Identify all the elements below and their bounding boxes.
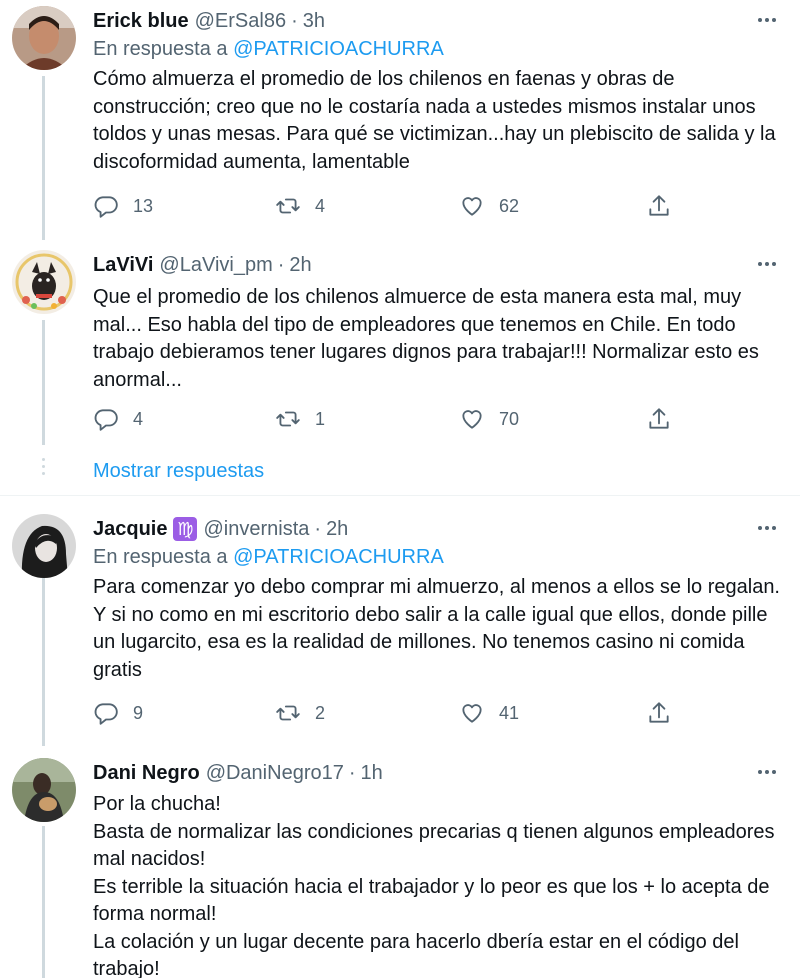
retweet-button[interactable]: 4	[275, 191, 325, 221]
reply-context: En respuesta a @PATRICIOACHURRA	[93, 36, 780, 62]
avatar[interactable]	[12, 6, 76, 70]
avatar[interactable]	[12, 250, 76, 314]
more-options-icon[interactable]	[756, 253, 778, 275]
reply-context: En respuesta a @PATRICIOACHURRA	[93, 544, 780, 570]
author-handle[interactable]: @ErSal86	[195, 8, 286, 34]
reply-mention-link[interactable]: @PATRICIOACHURRA	[233, 38, 444, 60]
separator-dot: ·	[314, 518, 322, 540]
share-button[interactable]	[646, 698, 672, 728]
reply-prefix: En respuesta a	[93, 38, 234, 60]
tweet-text: Para comenzar yo debo comprar mi almuerz…	[93, 576, 780, 681]
timestamp[interactable]: 2h	[289, 252, 311, 278]
share-icon	[649, 702, 669, 723]
thread-line	[42, 76, 45, 240]
timestamp[interactable]: 2h	[326, 516, 348, 542]
share-button[interactable]	[646, 404, 672, 434]
like-button[interactable]: 62	[459, 191, 519, 221]
retweet-button[interactable]: 2	[275, 698, 325, 728]
tweet-actions: 13 4 62	[93, 191, 683, 221]
thread-line	[42, 320, 45, 445]
tweet-dani-negro[interactable]: Dani Negro @DaniNegro17 · 1h Por la chuc…	[0, 746, 800, 978]
reply-prefix: En respuesta a	[93, 546, 234, 568]
author-name[interactable]: Erick blue	[93, 8, 189, 34]
thread-continuation-dots	[42, 458, 45, 479]
show-replies-link[interactable]: Mostrar respuestas	[93, 460, 264, 483]
tweet-actions: 9 2 41	[93, 698, 683, 728]
tweet-text: Por la chucha! Basta de normalizar las c…	[93, 793, 775, 978]
retweet-count: 4	[315, 195, 326, 216]
author-handle[interactable]: @LaVivi_pm	[159, 252, 272, 278]
retweet-icon	[276, 198, 300, 214]
separator-dot: ·	[277, 254, 285, 276]
like-count: 62	[499, 195, 520, 216]
share-icon	[649, 408, 669, 429]
avatar[interactable]	[12, 758, 76, 822]
retweet-button[interactable]: 1	[275, 404, 325, 434]
virgo-emoji-icon: ♍	[173, 517, 198, 541]
retweet-count: 2	[315, 702, 326, 723]
reply-button[interactable]: 4	[93, 404, 143, 434]
separator-dot: ·	[348, 762, 356, 784]
reply-icon	[94, 196, 118, 218]
author-name[interactable]: Dani Negro	[93, 760, 200, 786]
reply-count: 13	[133, 195, 154, 216]
tweet-jacquie[interactable]: Jacquie ♍ @invernista · 2h En respuesta …	[0, 496, 800, 746]
heart-icon	[462, 704, 482, 723]
retweet-icon	[276, 705, 300, 721]
more-options-icon[interactable]	[756, 761, 778, 783]
heart-icon	[462, 410, 482, 429]
author-handle[interactable]: @DaniNegro17	[206, 760, 344, 786]
retweet-count: 1	[315, 408, 326, 429]
tweet-text: Cómo almuerza el promedio de los chileno…	[93, 68, 776, 173]
avatar-photo-dani	[12, 758, 76, 822]
reply-icon	[94, 409, 118, 431]
like-button[interactable]: 70	[459, 404, 519, 434]
author-handle[interactable]: @invernista	[203, 516, 309, 542]
tweet-text: Que el promedio de los chilenos almuerce…	[93, 286, 759, 391]
share-button[interactable]	[646, 191, 672, 221]
share-icon	[649, 195, 669, 216]
reply-count: 9	[133, 702, 144, 723]
avatar[interactable]	[12, 514, 76, 578]
timestamp[interactable]: 3h	[303, 8, 325, 34]
reply-mention-link[interactable]: @PATRICIOACHURRA	[233, 546, 444, 568]
author-name[interactable]: LaViVi	[93, 252, 153, 278]
more-options-icon[interactable]	[756, 9, 778, 31]
avatar-photo-erick	[12, 6, 76, 70]
separator-dot: ·	[291, 10, 298, 32]
avatar-photo-jacquie	[12, 514, 76, 578]
heart-icon	[462, 197, 482, 216]
like-button[interactable]: 41	[459, 698, 519, 728]
author-name[interactable]: Jacquie	[93, 516, 167, 542]
reply-button[interactable]: 9	[93, 698, 143, 728]
retweet-icon	[276, 411, 300, 427]
avatar-illustration-dog	[12, 250, 76, 314]
tweet-erick-blue[interactable]: Erick blue @ErSal86 · 3h En respuesta a …	[0, 0, 800, 240]
tweet-actions: 4 1 70	[93, 404, 683, 434]
like-count: 70	[499, 408, 520, 429]
like-count: 41	[499, 702, 520, 723]
reply-button[interactable]: 13	[93, 191, 153, 221]
tweet-lavivi[interactable]: LaViVi @LaVivi_pm · 2h Que el promedio d…	[0, 240, 800, 495]
more-options-icon[interactable]	[756, 517, 778, 539]
timestamp[interactable]: 1h	[361, 760, 383, 786]
reply-icon	[94, 703, 118, 725]
reply-count: 4	[133, 408, 144, 429]
thread-line	[42, 826, 45, 978]
thread-line	[42, 578, 45, 746]
